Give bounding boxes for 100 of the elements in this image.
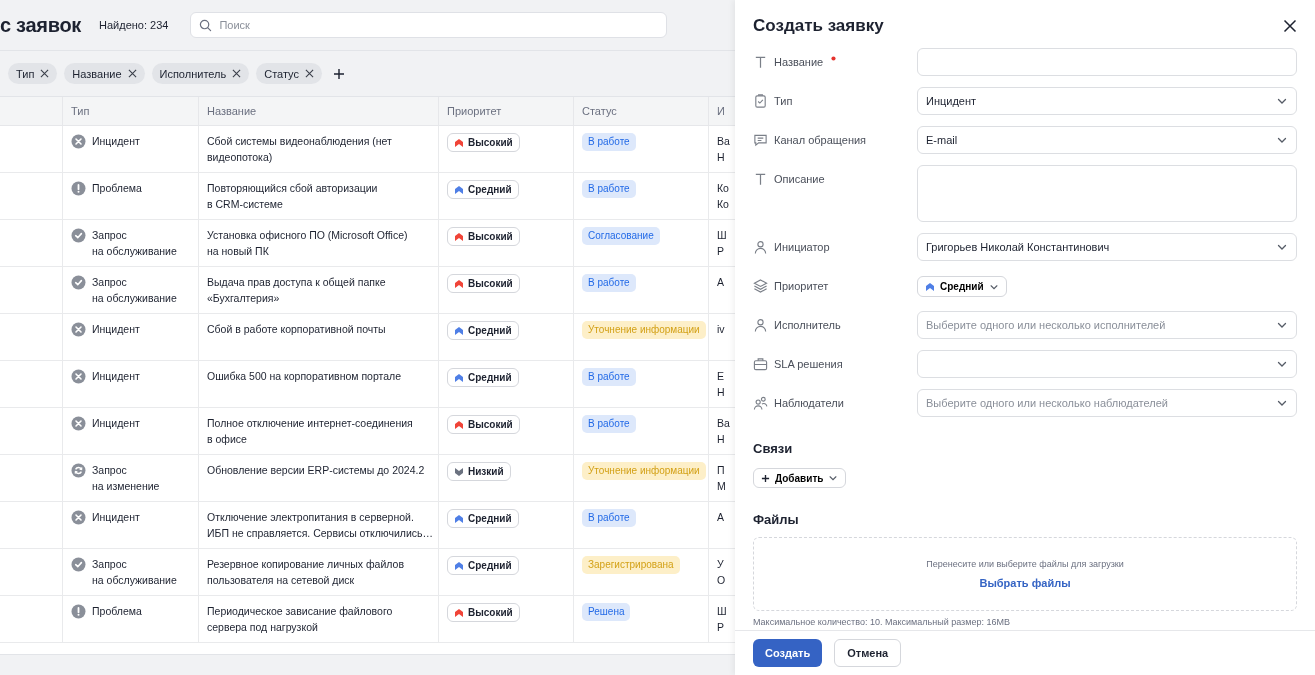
result-count: Найдено: 234 — [99, 19, 169, 31]
caret-icon — [828, 473, 839, 483]
request-title: Повторяющийся сбой авторизации в CRM-системе — [207, 181, 378, 212]
section-title: Файлы — [753, 512, 800, 527]
priority-tag: Средний — [447, 509, 519, 528]
table-cell-text: А — [717, 510, 724, 525]
field-label: Название — [774, 56, 824, 68]
remove-icon[interactable] — [40, 69, 50, 78]
status-tag: В работе — [582, 368, 636, 386]
clipboard-icon — [753, 93, 768, 109]
text-icon — [753, 54, 768, 70]
table-cell-text: Ва Н — [717, 134, 730, 165]
field-label: Описание — [774, 173, 825, 185]
request-title: Сбой системы видеонаблюдения (нет видеопотока) — [207, 134, 392, 165]
priority-tag: Высокий — [447, 415, 520, 434]
priority-icon — [454, 560, 464, 571]
field-label: Приоритет — [774, 280, 829, 292]
refresh-circle-icon — [71, 463, 86, 478]
layers-icon — [753, 278, 768, 294]
close-button[interactable] — [1283, 19, 1297, 33]
table-cell-text: П М — [717, 463, 726, 494]
select-field[interactable]: E-mail — [917, 126, 1297, 154]
filter-chip[interactable]: Название — [64, 63, 145, 84]
check-circle-icon — [71, 557, 86, 572]
status-tag: Согласование — [582, 227, 660, 245]
remove-icon[interactable] — [305, 69, 314, 78]
priority-tag: Средний — [447, 368, 519, 387]
priority-icon — [454, 466, 464, 477]
add-filter-icon[interactable] — [333, 67, 345, 80]
priority-tag: Низкий — [447, 462, 511, 481]
field-label: Исполнитель — [774, 319, 841, 331]
column-header: Название — [207, 105, 257, 117]
cancel-button[interactable]: Отмена — [834, 639, 902, 667]
priority-select[interactable]: Средний — [917, 276, 1007, 297]
priority-icon — [454, 231, 464, 242]
field-label: Канал обращения — [774, 134, 867, 146]
column-header: Приоритет — [447, 105, 502, 117]
status-tag: В работе — [582, 274, 636, 292]
check-circle-icon — [71, 228, 86, 243]
table-cell-text: Ко Ко — [717, 181, 729, 212]
person-icon — [753, 239, 768, 255]
column-header: Статус — [582, 105, 617, 117]
field-label: SLA решения — [774, 358, 843, 370]
filter-chip[interactable]: Статус — [256, 63, 322, 84]
file-dropzone[interactable]: Перенесите или выберите файлы для загрузки Выбрать файлы — [753, 537, 1297, 611]
table-cell-text: Ва Н — [717, 416, 730, 447]
priority-tag: Высокий — [447, 227, 520, 246]
cross-circle-icon — [71, 416, 86, 431]
priority-tag: Средний — [447, 180, 519, 199]
table-cell-text: Ш Р — [717, 604, 727, 635]
request-title: Резервное копирование личных файлов пользователя на сетевой диск — [207, 557, 404, 588]
select-field[interactable]: Инцидент — [917, 87, 1297, 115]
priority-tag: Высокий — [447, 274, 520, 293]
type-label: Инцидент — [92, 369, 140, 384]
type-label: Инцидент — [92, 510, 140, 525]
field-label: Инициатор — [774, 241, 830, 253]
text-field[interactable] — [917, 48, 1297, 76]
search-icon — [199, 19, 213, 32]
request-title: Ошибка 500 на корпоративном портале — [207, 369, 402, 384]
request-title: Обновление версии ERP-системы до 2024.2 — [207, 463, 425, 478]
priority-tag: Высокий — [447, 133, 520, 152]
priority-icon — [454, 607, 464, 618]
cross-circle-icon — [71, 369, 86, 384]
remove-icon[interactable] — [127, 69, 137, 78]
check-circle-icon — [71, 275, 86, 290]
status-tag: Уточнение информации — [582, 321, 706, 339]
request-title: Периодическое зависание файлового сервера под нагрузкой — [207, 604, 393, 635]
panel-title: Создать заявку — [753, 16, 884, 36]
choose-files-link[interactable]: Выбрать файлы — [979, 577, 1071, 589]
priority-tag: Средний — [447, 321, 519, 340]
cross-circle-icon — [71, 134, 86, 149]
add-button[interactable]: Добавить — [753, 468, 847, 488]
field-label: Наблюдатели — [774, 397, 844, 409]
priority-icon — [454, 419, 464, 430]
filter-chip[interactable]: Тип — [8, 63, 58, 84]
remove-icon[interactable] — [232, 69, 242, 78]
filter-chip[interactable]: Исполнитель — [151, 63, 250, 84]
type-label: Запрос на изменение — [92, 463, 160, 494]
status-tag: Зарегистрирована — [582, 556, 680, 574]
type-label: Запрос на обслуживание — [92, 228, 177, 259]
section-title: Связи — [753, 441, 794, 456]
create-button[interactable]: Создать — [753, 639, 823, 667]
select-field[interactable]: Григорьев Николай Константинович — [917, 233, 1297, 261]
type-label: Проблема — [92, 604, 142, 619]
column-header: Тип — [71, 105, 90, 117]
type-label: Запрос на обслуживание — [92, 275, 177, 306]
type-label: Запрос на обслуживание — [92, 557, 177, 588]
chat-icon — [753, 132, 768, 148]
select-field[interactable] — [917, 350, 1297, 378]
briefcase-icon — [753, 356, 768, 372]
type-label: Проблема — [92, 181, 142, 196]
type-label: Инцидент — [92, 322, 140, 337]
request-title: Выдача прав доступа к общей папке «Бухгалтерия» — [207, 275, 386, 306]
search-field[interactable]: Поиск — [190, 12, 668, 38]
dropzone-hint: Перенесите или выберите файлы для загрузки — [926, 559, 1124, 569]
request-title: Сбой в работе корпоративной почты — [207, 322, 386, 337]
exclamation-circle-icon — [71, 604, 86, 619]
table-cell-text: А — [717, 275, 724, 290]
status-tag: В работе — [582, 509, 636, 527]
priority-icon — [454, 372, 464, 383]
